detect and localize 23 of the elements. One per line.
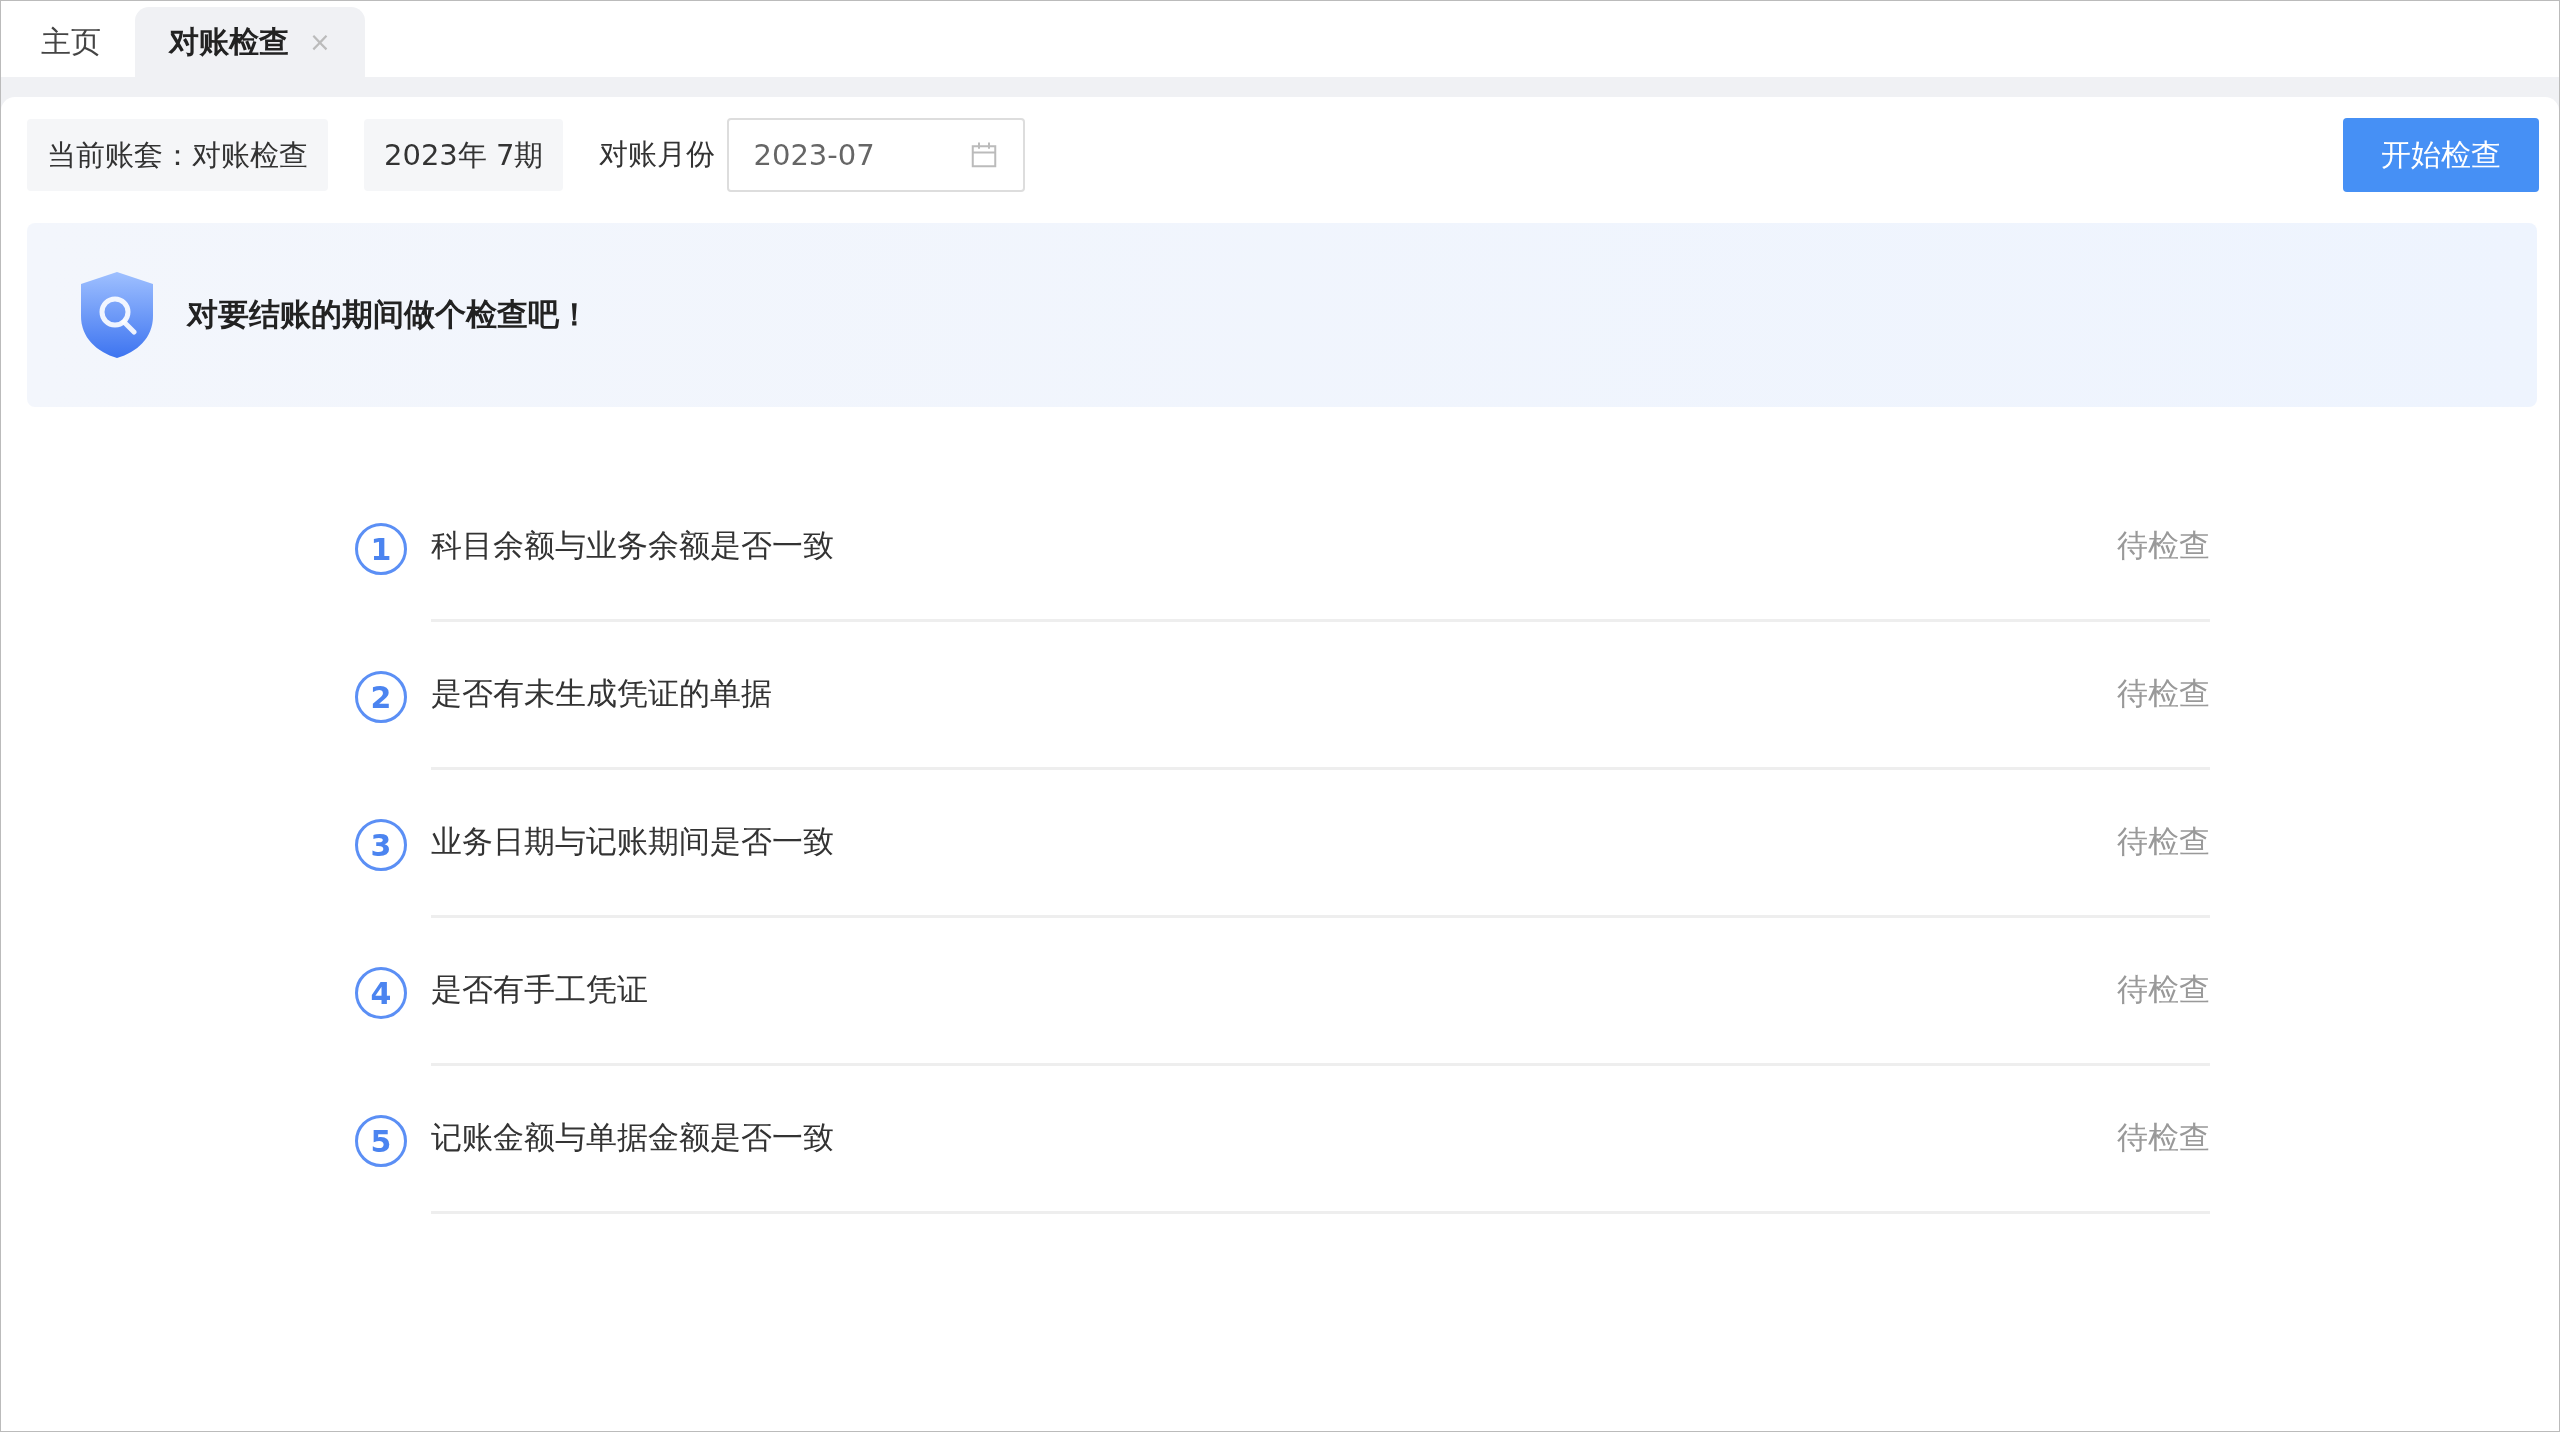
tab[interactable]: 主页 [7,7,135,77]
period-label: 2023年 7期 [364,119,564,191]
step-number-circle: 1 [355,523,407,575]
check-status: 待检查 [2117,674,2210,713]
check-item-title: 是否有未生成凭证的单据 [431,674,772,713]
step-number-circle: 2 [355,671,407,723]
step-number-circle: 4 [355,967,407,1019]
check-status: 待检查 [2117,1118,2210,1157]
step-number-circle: 3 [355,819,407,871]
check-status: 待检查 [2117,526,2210,565]
step-number-circle: 5 [355,1115,407,1167]
check-status: 待检查 [2117,970,2210,1009]
month-label: 对账月份 [599,136,716,173]
check-item-title: 科目余额与业务余额是否一致 [431,526,834,565]
banner-message: 对要结账的期间做个检查吧！ [187,295,590,334]
tab[interactable]: 对账检查 × [135,7,365,77]
check-status: 待检查 [2117,822,2210,861]
start-check-button[interactable]: 开始检查 [2343,118,2539,192]
check-item-title: 是否有手工凭证 [431,970,648,1009]
date-field[interactable]: 2023-07 [727,118,1026,192]
check-item-title: 记账金额与单据金额是否一致 [431,1118,834,1157]
account-label: 当前账套：对账检查 [27,119,328,191]
check-item-title: 业务日期与记账期间是否一致 [431,822,834,861]
